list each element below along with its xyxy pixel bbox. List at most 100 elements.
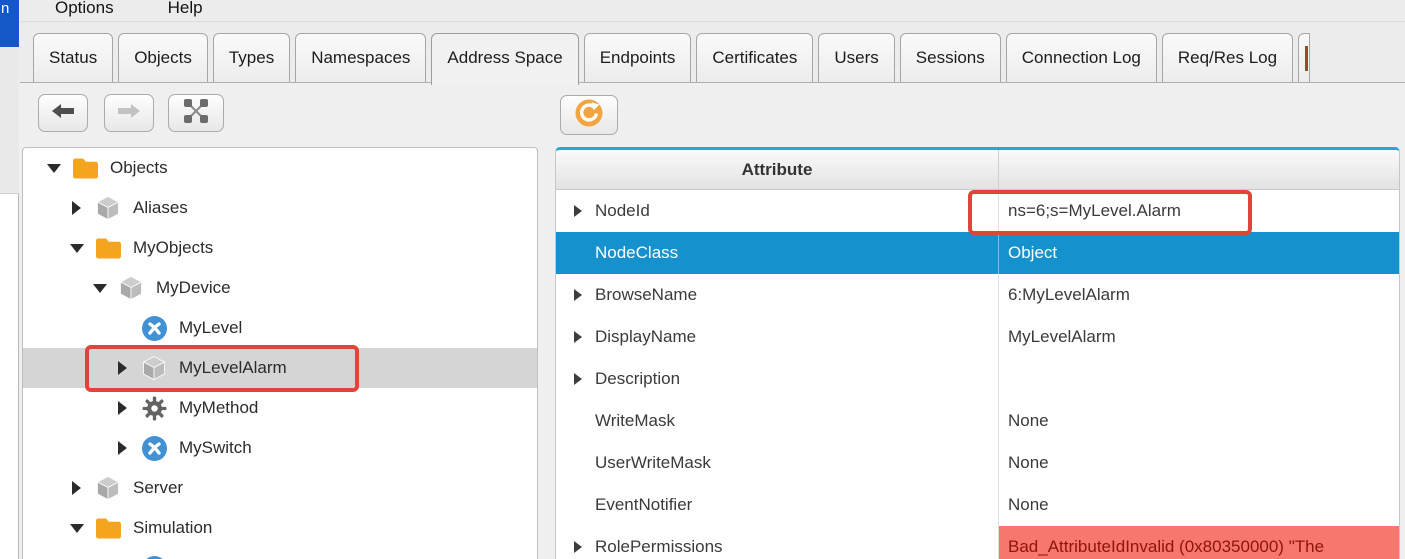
tree-item-label: Simulation: [133, 518, 212, 538]
tab-namespaces[interactable]: Namespaces: [295, 33, 426, 82]
attribute-row-eventnotifier[interactable]: EventNotifier None: [556, 484, 1399, 526]
background-window-text-fragment: n: [1, 0, 9, 17]
tab-partial[interactable]: [1298, 33, 1310, 82]
attribute-name-cell: UserWriteMask: [556, 442, 999, 484]
cube-icon: [140, 355, 168, 381]
graph-view-button[interactable]: [168, 94, 224, 132]
app-window: OptionsHelp StatusObjectsTypesNamespaces…: [20, 0, 1405, 559]
attribute-value: 6:MyLevelAlarm: [1008, 285, 1130, 305]
attribute-row-writemask[interactable]: WriteMaskNone: [556, 400, 1399, 442]
tree-item-mylevel[interactable]: MyLevel: [23, 308, 537, 348]
tree-indent: [23, 528, 69, 529]
tab-partial-glyph-fragment: [1305, 46, 1308, 71]
tree-toggle-icon[interactable]: [69, 524, 84, 533]
tree-item-objects[interactable]: Objects: [23, 148, 537, 188]
tree-item-label: MyLevel: [179, 318, 242, 338]
attribute-name-cell: Description: [556, 358, 999, 400]
tree-indent: [23, 488, 69, 489]
tab-objects[interactable]: Objects: [118, 33, 208, 82]
tab-connection-log[interactable]: Connection Log: [1006, 33, 1157, 82]
menu-help[interactable]: Help: [168, 0, 203, 18]
tree-toggle-icon[interactable]: [115, 361, 130, 375]
tab-address-space[interactable]: Address Space: [431, 33, 578, 85]
tree-item-mydevice[interactable]: MyDevice: [23, 268, 537, 308]
background-window-fragment: n: [0, 0, 19, 47]
variable-icon: [140, 315, 168, 342]
back-button[interactable]: [38, 94, 88, 132]
triangle-glyph: [72, 201, 81, 215]
row-expand-icon[interactable]: [570, 289, 585, 301]
tab-types[interactable]: Types: [213, 33, 290, 82]
tree-indent: [23, 368, 115, 369]
attribute-value-cell: Object: [999, 232, 1399, 274]
attribute-name: NodeClass: [595, 243, 678, 263]
tree-indent: [23, 248, 69, 249]
tree-toggle-icon[interactable]: [69, 244, 84, 253]
row-expand-icon[interactable]: [570, 373, 585, 385]
attribute-value: ns=6;s=MyLevel.Alarm: [1008, 201, 1181, 221]
triangle-glyph: [72, 481, 81, 495]
attribute-value: None: [1008, 495, 1049, 515]
attribute-value: MyLevelAlarm: [1008, 327, 1116, 347]
column-header-value[interactable]: [999, 150, 1399, 189]
tree-toggle-icon[interactable]: [69, 201, 84, 215]
attribute-value-cell: None: [999, 400, 1399, 442]
row-expand-icon[interactable]: [570, 541, 585, 553]
tree-item-myswitch[interactable]: MySwitch: [23, 428, 537, 468]
attribute-name: EventNotifier: [595, 495, 692, 515]
menu-options[interactable]: Options: [55, 0, 114, 18]
triangle-glyph: [118, 441, 127, 455]
content-area: ObjectsAliases MyObjects MyDevice MyLevel My…: [20, 83, 1405, 559]
attribute-value-cell: 6:MyLevelAlarm: [999, 274, 1399, 316]
tree-toggle-icon[interactable]: [46, 164, 61, 173]
tree-item-label: Server: [133, 478, 183, 498]
attribute-row-nodeclass[interactable]: NodeClass Object: [556, 232, 1399, 274]
tab-req-res-log[interactable]: Req/Res Log: [1162, 33, 1293, 82]
tree-indent: [23, 208, 69, 209]
triangle-glyph: [574, 541, 582, 553]
tree-item-mylevelalarm[interactable]: MyLevelAlarm: [23, 348, 537, 388]
tree-item-aliases[interactable]: Aliases: [23, 188, 537, 228]
triangle-glyph: [574, 289, 582, 301]
attribute-name-cell: NodeClass: [556, 232, 999, 274]
attributes-table-header: Attribute: [556, 150, 1399, 190]
tab-endpoints[interactable]: Endpoints: [584, 33, 692, 82]
tab-status[interactable]: Status: [33, 33, 113, 82]
tab-sessions[interactable]: Sessions: [900, 33, 1001, 82]
background-window-strip: [0, 47, 19, 194]
variable-icon: [140, 555, 168, 559]
tree-item-mymethod[interactable]: MyMethod: [23, 388, 537, 428]
attribute-value-cell: [999, 358, 1399, 400]
tree-toggle-icon[interactable]: [92, 284, 107, 293]
background-window-edge: n: [0, 0, 19, 559]
attribute-row-userwritemask[interactable]: UserWriteMaskNone: [556, 442, 1399, 484]
forward-button[interactable]: [104, 94, 154, 132]
row-expand-icon[interactable]: [570, 331, 585, 343]
tree-item-partial[interactable]: [23, 548, 537, 559]
tree-toggle-icon[interactable]: [115, 401, 130, 415]
tree-toggle-icon[interactable]: [115, 441, 130, 455]
attribute-row-rolepermissions[interactable]: RolePermissionsBad_AttributeIdInvalid (0…: [556, 526, 1399, 559]
tree-toggle-icon[interactable]: [69, 481, 84, 495]
tree-indent: [23, 168, 46, 169]
tree-item-simulation[interactable]: Simulation: [23, 508, 537, 548]
tab-users[interactable]: Users: [818, 33, 894, 82]
tree-item-label: MyObjects: [133, 238, 213, 258]
tree-item-label: MyMethod: [179, 398, 258, 418]
tree-item-myobjects[interactable]: MyObjects: [23, 228, 537, 268]
refresh-button[interactable]: [560, 95, 618, 135]
tree-item-server[interactable]: Server: [23, 468, 537, 508]
attribute-value: Object: [1008, 243, 1057, 263]
attribute-row-description[interactable]: Description: [556, 358, 1399, 400]
attribute-row-displayname[interactable]: DisplayNameMyLevelAlarm: [556, 316, 1399, 358]
attribute-row-browsename[interactable]: BrowseName6:MyLevelAlarm: [556, 274, 1399, 316]
attribute-value-cell: None: [999, 442, 1399, 484]
tree-indent: [23, 408, 115, 409]
tree-item-label: MyLevelAlarm: [179, 358, 287, 378]
column-header-attribute[interactable]: Attribute: [556, 150, 999, 189]
tree-item-label: MySwitch: [179, 438, 252, 458]
tab-certificates[interactable]: Certificates: [696, 33, 813, 82]
row-expand-icon[interactable]: [570, 205, 585, 217]
cube-icon: [94, 195, 122, 221]
attribute-row-nodeid[interactable]: NodeIdns=6;s=MyLevel.Alarm: [556, 190, 1399, 232]
